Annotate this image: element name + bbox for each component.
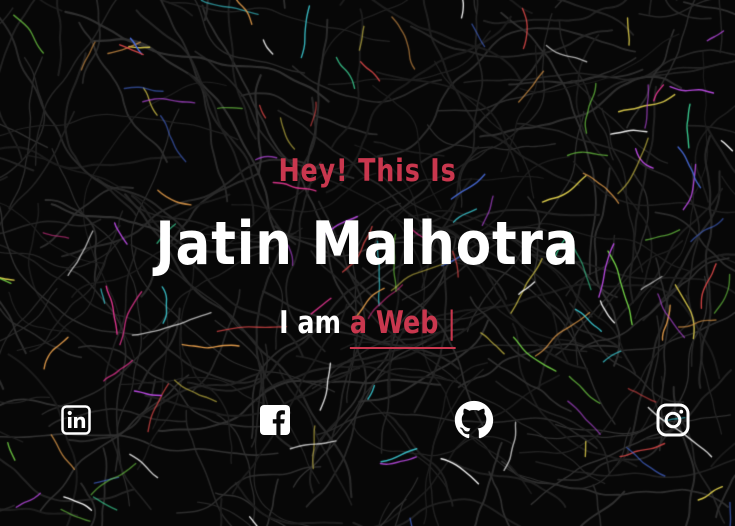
greeting-text: Hey! This Is: [278, 153, 457, 189]
instagram-link[interactable]: [653, 400, 693, 440]
name-heading: Jatin Malhotra: [155, 209, 580, 279]
linkedin-icon: [61, 405, 91, 435]
typed-text-value: a Web: [349, 305, 448, 341]
linkedin-link[interactable]: [56, 400, 96, 440]
typed-text: a Web |: [349, 305, 456, 349]
typing-cursor: |: [447, 305, 456, 341]
instagram-icon: [656, 403, 690, 437]
facebook-link[interactable]: [255, 400, 295, 440]
hero-section: Hey! This Is Jatin Malhotra I am a Web |: [0, 0, 735, 526]
typed-prefix: I am: [279, 305, 350, 341]
github-icon: [454, 400, 494, 440]
typed-line: I am a Web |: [66, 305, 669, 349]
github-link[interactable]: [454, 400, 494, 440]
facebook-icon: [260, 405, 290, 435]
hero-content: Hey! This Is Jatin Malhotra I am a Web |: [0, 0, 735, 526]
